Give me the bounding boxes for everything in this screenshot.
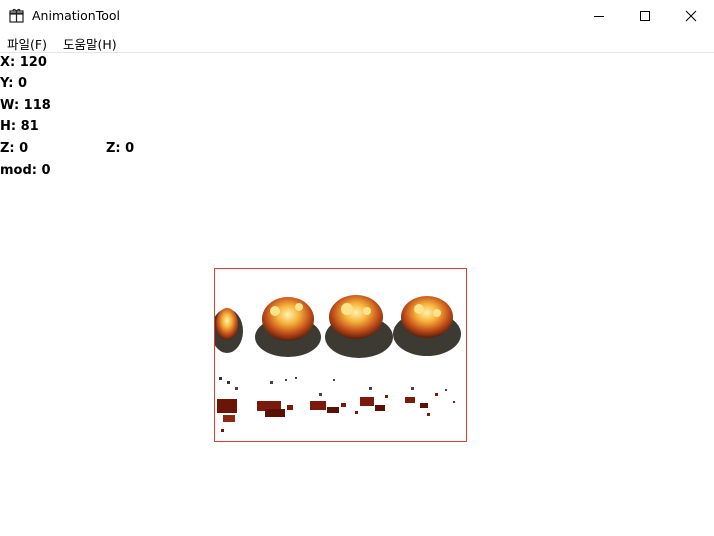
menu-file[interactable]: 파일(F) <box>7 34 47 53</box>
h-readout: H: 81 <box>0 119 39 134</box>
debris-frame-4 <box>355 387 388 414</box>
maximize-icon <box>640 10 650 21</box>
debris-frame-5 <box>405 387 455 416</box>
debris-frame-2 <box>257 377 297 417</box>
debris-frame-3 <box>310 379 346 413</box>
minimize-icon <box>594 15 604 17</box>
mod-readout: mod: 0 <box>0 163 51 178</box>
debris-frame-1 <box>217 377 238 432</box>
close-icon <box>685 10 697 21</box>
menu-help[interactable]: 도움말(H) <box>63 34 117 53</box>
title-bar: AnimationTool <box>0 0 714 31</box>
z-readout-2: Z: 0 <box>106 141 135 156</box>
maximize-button[interactable] <box>622 0 668 31</box>
minimize-button[interactable] <box>576 0 622 31</box>
y-readout: Y: 0 <box>0 76 28 91</box>
window-title: AnimationTool <box>32 8 121 23</box>
explosion-frame-3 <box>325 295 393 358</box>
sprite-canvas[interactable] <box>214 268 467 442</box>
gift-icon <box>9 8 24 23</box>
w-readout: W: 118 <box>0 98 51 113</box>
explosion-frame-1 <box>215 308 243 353</box>
menu-bar: 파일(F) 도움말(H) <box>0 31 714 53</box>
close-button[interactable] <box>668 0 714 31</box>
explosion-frame-2 <box>255 297 321 357</box>
explosion-frame-4 <box>393 296 461 356</box>
explosion-sprite-sheet <box>215 295 461 432</box>
z-readout: Z: 0 <box>0 141 29 156</box>
x-readout: X: 120 <box>0 55 47 70</box>
